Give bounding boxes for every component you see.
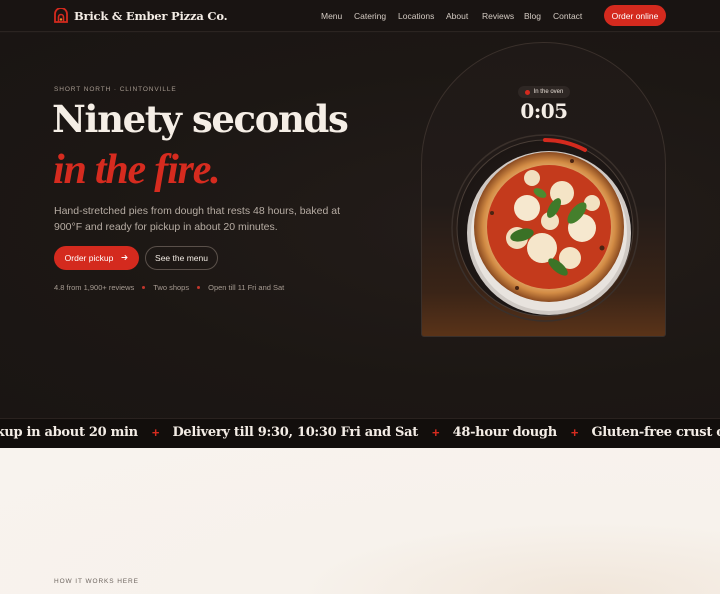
plus-icon: + — [431, 425, 440, 440]
hero-stats: 4.8 from 1,900+ reviews Two shops Open t… — [54, 283, 284, 292]
marquee-item: Delivery till 9:30, 10:30 Fri and Sat — [172, 425, 418, 440]
nav-about[interactable]: About — [446, 11, 468, 21]
order-pickup-label: Order pickup — [64, 253, 114, 263]
order-pickup-button[interactable]: Order pickup — [54, 246, 139, 270]
separator-dot — [142, 286, 146, 289]
nav-locations[interactable]: Locations — [398, 11, 434, 21]
oven-badge-label: In the oven — [533, 89, 564, 95]
how-it-works-section: HOW IT WORKS HERE — [0, 448, 720, 594]
hero-eyebrow: SHORT NORTH · CLINTONVILLE — [54, 86, 177, 93]
separator-dot — [197, 286, 201, 289]
stat-hours: Open till 11 Fri and Sat — [208, 283, 285, 292]
arrow-right-icon — [121, 253, 129, 263]
see-menu-button[interactable]: See the menu — [145, 246, 218, 270]
live-dot-icon — [524, 89, 530, 95]
marquee-item: ckup in about 20 min — [0, 425, 138, 440]
marquee-item: Gluten-free crust on requ — [591, 425, 720, 440]
oven-timer: 0:05 — [520, 99, 568, 123]
stat-reviews: 4.8 from 1,900+ reviews — [54, 283, 135, 292]
nav-menu[interactable]: Menu — [321, 11, 342, 21]
oven-status-badge: In the oven — [518, 86, 570, 98]
nav-blog[interactable]: Blog — [524, 11, 541, 21]
hero-title-line1: Ninety seconds — [52, 97, 349, 141]
nav-contact[interactable]: Contact — [553, 11, 582, 21]
info-marquee: ckup in about 20 min + Delivery till 9:3… — [0, 418, 720, 448]
plus-icon: + — [151, 425, 160, 440]
section-eyebrow: HOW IT WORKS HERE — [54, 578, 139, 585]
nav-catering[interactable]: Catering — [354, 11, 386, 21]
order-online-button[interactable]: Order online — [604, 5, 666, 26]
marquee-track: ckup in about 20 min + Delivery till 9:3… — [0, 425, 720, 440]
hero-title-line2: in the fire. — [53, 147, 221, 193]
hero-subtext: Hand-stretched pies from dough that rest… — [54, 205, 340, 233]
site-header: Brick & Ember Pizza Co. Menu Catering Lo… — [0, 0, 720, 32]
stat-shops: Two shops — [153, 283, 190, 292]
plus-icon: + — [570, 425, 579, 440]
marquee-item: 48-hour dough — [452, 425, 558, 440]
nav-reviews[interactable]: Reviews — [482, 11, 514, 21]
